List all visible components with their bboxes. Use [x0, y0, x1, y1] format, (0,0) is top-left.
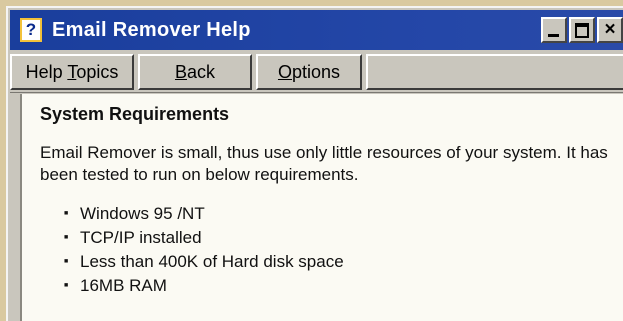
- help-content[interactable]: System Requirements Email Remover is sma…: [20, 94, 623, 321]
- list-item: Less than 400K of Hard disk space: [64, 250, 344, 274]
- list-item: Windows 95 /NT: [64, 202, 344, 226]
- minimize-button[interactable]: [541, 17, 567, 43]
- intro-paragraph: Email Remover is small, thus use only li…: [40, 143, 608, 184]
- window-title: Email Remover Help: [52, 18, 251, 41]
- requirements-list: Windows 95 /NT TCP/IP installed Less tha…: [64, 202, 344, 298]
- help-question-icon[interactable]: ?: [20, 18, 42, 42]
- help-window: ? Email Remover Help × Help Topics Back …: [6, 6, 623, 321]
- page-title: System Requirements: [40, 104, 230, 124]
- toolbar-empty-area: [366, 54, 623, 90]
- toolbar: Help Topics Back Options: [10, 52, 623, 93]
- list-item: TCP/IP installed: [64, 226, 344, 250]
- back-button[interactable]: Back: [138, 54, 252, 90]
- list-item: 16MB RAM: [64, 274, 344, 298]
- close-button[interactable]: ×: [597, 17, 623, 43]
- help-topics-button[interactable]: Help Topics: [10, 54, 134, 90]
- maximize-button[interactable]: [569, 17, 595, 43]
- options-button[interactable]: Options: [256, 54, 362, 90]
- title-bar[interactable]: ? Email Remover Help ×: [10, 10, 623, 50]
- caption-buttons: ×: [539, 17, 623, 43]
